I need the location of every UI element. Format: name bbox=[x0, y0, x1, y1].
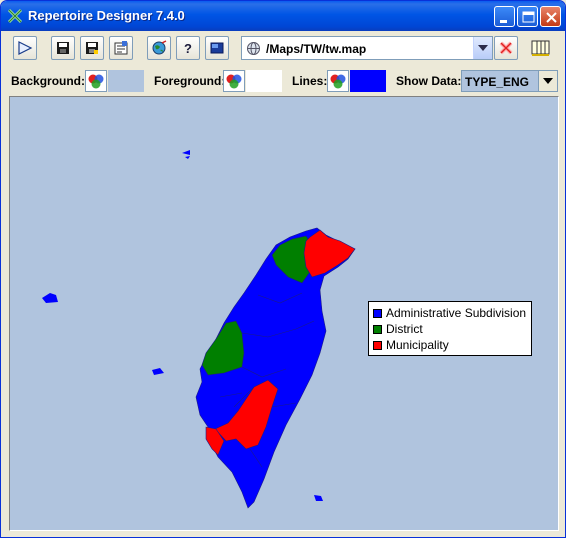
properties-icon bbox=[114, 41, 128, 55]
island-xiaoliuqiu[interactable] bbox=[152, 368, 164, 375]
svg-text:?: ? bbox=[184, 41, 192, 56]
close-icon bbox=[546, 12, 557, 23]
globe-small-icon bbox=[247, 42, 260, 55]
lines-swatch bbox=[350, 70, 386, 92]
columns-button[interactable] bbox=[529, 36, 553, 60]
foreground-label: Foreground: bbox=[154, 74, 226, 88]
chevron-down-icon bbox=[478, 45, 488, 51]
clear-button[interactable] bbox=[494, 36, 518, 60]
properties-button[interactable] bbox=[109, 36, 133, 60]
map-path-text: /Maps/TW/tw.map bbox=[266, 42, 367, 56]
lines-label: Lines: bbox=[292, 74, 328, 88]
show-data-label: Show Data: bbox=[396, 74, 462, 88]
show-data-value: TYPE_ENG bbox=[465, 75, 530, 89]
chevron-down-icon bbox=[543, 78, 553, 84]
layer-icon bbox=[210, 42, 224, 54]
color-wheel-icon bbox=[330, 74, 346, 89]
foreground-color-picker[interactable] bbox=[223, 70, 245, 92]
show-data-dropdown-button[interactable] bbox=[538, 71, 557, 91]
show-data-select[interactable]: TYPE_ENG bbox=[461, 70, 558, 92]
app-logo-icon bbox=[7, 8, 23, 24]
lines-color-picker[interactable] bbox=[327, 70, 349, 92]
map-path-dropdown-button[interactable] bbox=[473, 37, 492, 59]
minimize-button[interactable] bbox=[494, 6, 515, 27]
save-icon bbox=[57, 42, 69, 54]
island-lanyu[interactable] bbox=[314, 495, 323, 501]
title-bar[interactable]: Repertoire Designer 7.4.0 bbox=[1, 1, 565, 31]
island-matsu[interactable] bbox=[182, 150, 190, 159]
legend-swatch bbox=[373, 325, 382, 334]
close-button[interactable] bbox=[540, 6, 561, 27]
map-legend: Administrative Subdivision District Muni… bbox=[368, 301, 532, 356]
run-button[interactable] bbox=[13, 36, 37, 60]
app-window: Repertoire Designer 7.4.0 ? /Maps/TW/tw.… bbox=[0, 0, 566, 538]
legend-label: Municipality bbox=[386, 338, 449, 352]
foreground-swatch bbox=[246, 70, 282, 92]
help-icon: ? bbox=[184, 41, 192, 56]
globe-icon bbox=[152, 40, 167, 55]
district-central-region[interactable] bbox=[201, 320, 245, 376]
map-path-combo[interactable]: /Maps/TW/tw.map bbox=[241, 36, 493, 60]
properties-bar: Background: Foreground: Lines: Show Data… bbox=[5, 67, 561, 94]
maximize-button[interactable] bbox=[517, 6, 538, 27]
red-x-icon bbox=[499, 41, 513, 55]
legend-label: Administrative Subdivision bbox=[386, 306, 527, 320]
play-icon bbox=[18, 41, 33, 55]
legend-swatch bbox=[373, 341, 382, 350]
minimize-icon bbox=[500, 20, 507, 23]
legend-swatch bbox=[373, 309, 382, 318]
color-wheel-icon bbox=[226, 74, 242, 89]
legend-label: District bbox=[386, 322, 423, 336]
columns-icon bbox=[531, 40, 550, 56]
save-as-icon bbox=[86, 42, 98, 54]
help-button[interactable]: ? bbox=[176, 36, 200, 60]
color-wheel-icon bbox=[88, 74, 104, 89]
background-swatch bbox=[108, 70, 144, 92]
window-title: Repertoire Designer 7.4.0 bbox=[28, 8, 185, 23]
maximize-icon bbox=[522, 11, 535, 23]
save-as-button[interactable] bbox=[80, 36, 104, 60]
island-penghu[interactable] bbox=[42, 293, 58, 303]
background-label: Background: bbox=[11, 74, 86, 88]
main-toolbar: ? /Maps/TW/tw.map bbox=[5, 33, 561, 66]
background-color-picker[interactable] bbox=[85, 70, 107, 92]
map-canvas[interactable]: Administrative Subdivision District Muni… bbox=[9, 96, 559, 531]
layer-button[interactable] bbox=[205, 36, 229, 60]
save-button[interactable] bbox=[51, 36, 75, 60]
globe-button[interactable] bbox=[147, 36, 171, 60]
